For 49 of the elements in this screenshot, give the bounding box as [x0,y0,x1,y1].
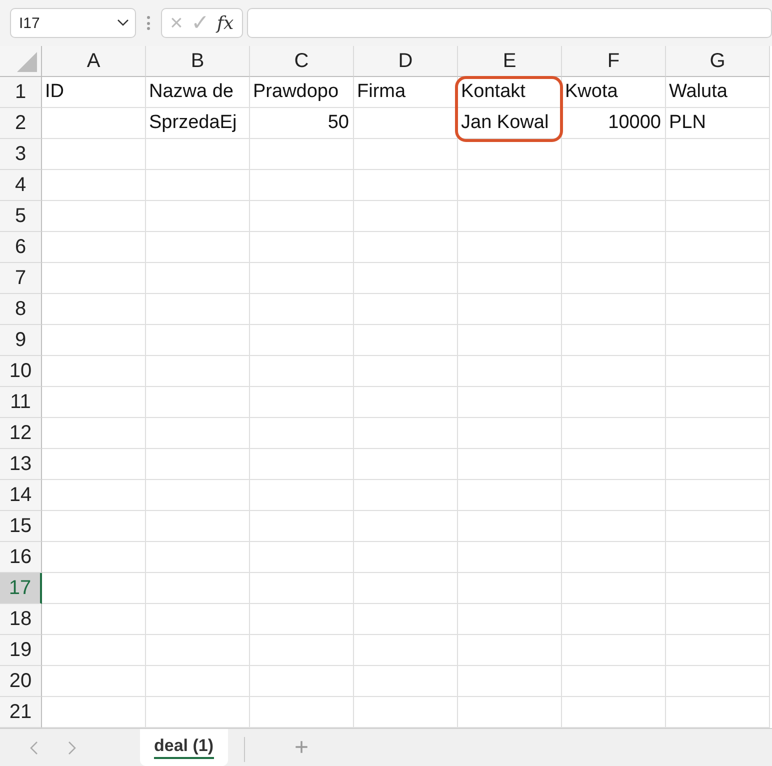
table-cell-text: Jan Kowal [460,111,550,135]
sheet-tab[interactable]: deal (1) [140,729,228,766]
formula-input[interactable] [246,8,772,38]
row-header[interactable]: 6 [0,232,42,263]
chevron-left-icon[interactable] [30,740,38,754]
row-header[interactable]: 17 [0,573,42,604]
row-header[interactable]: 13 [0,449,42,480]
row-header[interactable]: 19 [0,635,42,666]
chevron-right-icon[interactable] [68,740,76,754]
table-cell-text: Nazwa de [148,80,234,104]
table-cell-text: Firma [356,80,407,104]
column-header[interactable]: G [666,46,770,77]
row-header[interactable]: 9 [0,325,42,356]
table-cell-text: Kontakt [460,80,526,104]
row-header[interactable]: 15 [0,511,42,542]
column-header[interactable]: A [42,46,146,77]
row-header[interactable]: 20 [0,666,42,697]
row-header[interactable]: 11 [0,387,42,418]
row-header[interactable]: 2 [0,108,42,139]
name-box[interactable]: I17 [10,8,136,38]
column-header[interactable]: F [562,46,666,77]
row-header[interactable]: 14 [0,480,42,511]
row-header[interactable]: 3 [0,139,42,170]
table-cell-text: Prawdopo [252,80,340,104]
dropdown-caret-icon[interactable] [117,19,129,27]
row-header[interactable]: 16 [0,542,42,573]
table-cell-text: 10000 [607,111,662,135]
row-header[interactable]: 7 [0,263,42,294]
table-cell-text: 50 [326,111,350,135]
grip-icon [147,16,150,30]
row-header[interactable]: 8 [0,294,42,325]
row-header[interactable]: 5 [0,201,42,232]
column-header[interactable]: D [354,46,458,77]
select-all-icon[interactable] [17,52,37,72]
row-header[interactable]: 1 [0,77,42,108]
row-header[interactable]: 12 [0,418,42,449]
table-cell-text: SprzedaEj [148,111,238,135]
column-header[interactable]: C [250,46,354,77]
column-header[interactable]: E [458,46,562,77]
row-header[interactable]: 10 [0,356,42,387]
table-cell-text: ID [44,80,65,104]
row-header[interactable]: 21 [0,697,42,728]
table-cell-text: Waluta [668,80,728,104]
table-cell-text: PLN [668,111,707,135]
row-header[interactable]: 18 [0,604,42,635]
table-cell-text: Kwota [564,80,619,104]
row-header[interactable]: 4 [0,170,42,201]
column-header[interactable]: B [146,46,250,77]
insert-function-button[interactable]: fx [216,12,234,34]
